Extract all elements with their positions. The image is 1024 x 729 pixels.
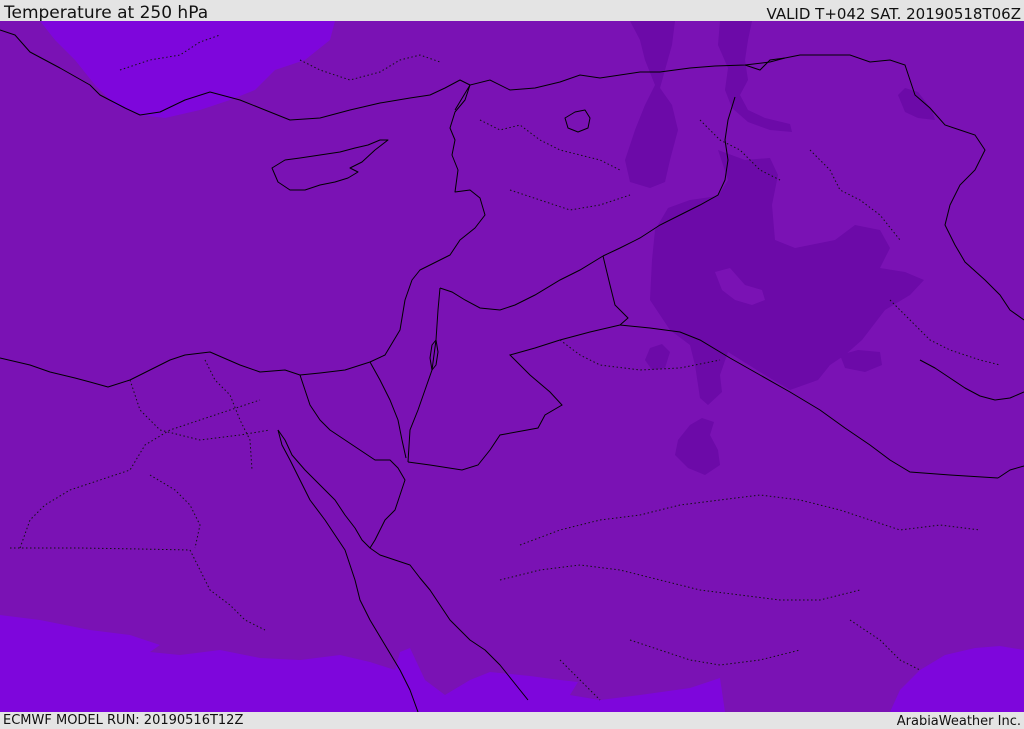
weather-map	[0, 21, 1024, 712]
map-title: Temperature at 250 hPa	[4, 3, 209, 23]
model-run-label: ECMWF MODEL RUN: 20190516T12Z	[3, 713, 244, 728]
header-bar: Temperature at 250 hPa VALID T+042 SAT. …	[0, 0, 1024, 23]
footer-bar: ECMWF MODEL RUN: 20190516T12Z ArabiaWeat…	[0, 712, 1024, 729]
credit-label: ArabiaWeather Inc.	[896, 714, 1021, 729]
map-canvas	[0, 21, 1024, 712]
